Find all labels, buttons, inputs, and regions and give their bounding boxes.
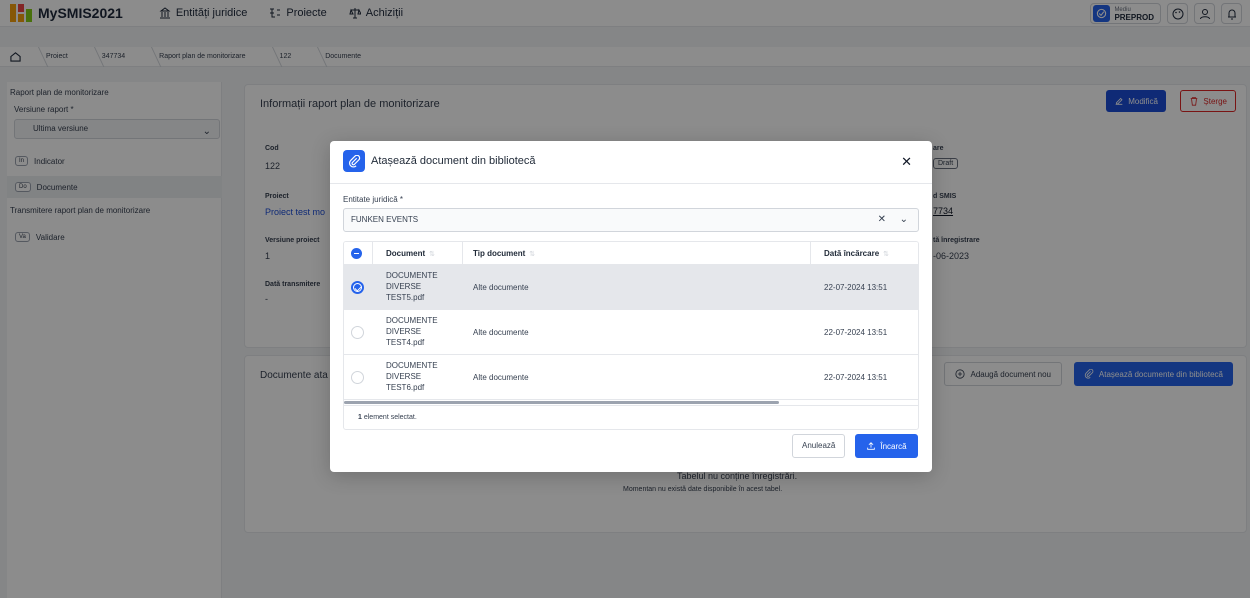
- column-header-type[interactable]: Tip document ⇅: [473, 242, 535, 265]
- selection-count: 1: [358, 414, 362, 421]
- document-name-line: DOCUMENTE: [386, 271, 438, 280]
- select-all-checkbox[interactable]: [351, 248, 362, 259]
- attach-document-modal: Atașează document din bibliotecă ✕ Entit…: [330, 141, 932, 472]
- document-type: Alte documente: [473, 283, 529, 292]
- entity-label: Entitate juridică *: [343, 195, 404, 204]
- clear-icon[interactable]: ✕: [878, 209, 886, 231]
- chevron-down-icon[interactable]: ⌄: [900, 209, 908, 231]
- column-header-date[interactable]: Dată încărcare ⇅: [824, 242, 889, 265]
- document-name: DOCUMENTE DIVERSE TEST4.pdf: [386, 315, 466, 348]
- entity-value: FUNKEN EVENTS: [351, 215, 419, 224]
- table-row[interactable]: DOCUMENTE DIVERSE TEST4.pdf Alte documen…: [344, 310, 918, 355]
- document-name-line: DIVERSE: [386, 372, 422, 381]
- table-row[interactable]: DOCUMENTE DIVERSE TEST6.pdf Alte documen…: [344, 355, 918, 400]
- document-name-line: DOCUMENTE: [386, 316, 438, 325]
- column-divider: [462, 242, 463, 265]
- selection-text: element selectat.: [363, 414, 417, 421]
- upload-date: 22-07-2024 13:51: [824, 328, 888, 337]
- document-name-line: DIVERSE: [386, 327, 422, 336]
- column-header-label: Dată încărcare: [824, 249, 880, 258]
- entity-select[interactable]: FUNKEN EVENTS ✕ ⌄: [343, 208, 919, 232]
- cancel-button[interactable]: Anulează: [792, 434, 846, 458]
- paperclip-icon: [343, 150, 365, 172]
- document-name: DOCUMENTE DIVERSE TEST6.pdf: [386, 360, 466, 393]
- horizontal-scrollbar[interactable]: [344, 401, 779, 404]
- row-checkbox[interactable]: [351, 371, 364, 384]
- column-header-label: Tip document: [473, 249, 526, 258]
- upload-button[interactable]: Încarcă: [855, 434, 918, 458]
- document-type: Alte documente: [473, 373, 529, 382]
- column-divider: [810, 242, 811, 265]
- modal-header: Atașează document din bibliotecă ✕: [330, 141, 932, 184]
- sort-icon: ⇅: [883, 251, 890, 258]
- row-checkbox[interactable]: [351, 281, 364, 294]
- sort-icon: ⇅: [429, 251, 435, 258]
- documents-table: Document ⇅ Tip document ⇅ Dată încărcare ⇅ …: [343, 241, 919, 430]
- document-name-line: TEST6.pdf: [386, 383, 425, 392]
- column-header-document[interactable]: Document ⇅: [386, 242, 435, 265]
- column-divider: [372, 242, 373, 265]
- table-row[interactable]: DOCUMENTE DIVERSE TEST5.pdf Alte documen…: [344, 265, 918, 310]
- upload-label: Încarcă: [880, 441, 907, 451]
- document-name: DOCUMENTE DIVERSE TEST5.pdf: [386, 270, 466, 303]
- document-name-line: DIVERSE: [386, 282, 422, 291]
- close-icon[interactable]: ✕: [901, 154, 912, 170]
- column-header-label: Document: [386, 249, 426, 258]
- upload-date: 22-07-2024 13:51: [824, 283, 888, 292]
- modal-title: Atașează document din bibliotecă: [371, 155, 536, 167]
- sort-icon: ⇅: [529, 251, 536, 258]
- document-type: Alte documente: [473, 328, 529, 337]
- selection-summary: 1 element selectat.: [344, 405, 918, 429]
- row-checkbox[interactable]: [351, 326, 364, 339]
- table-header: Document ⇅ Tip document ⇅ Dată încărcare ⇅: [344, 242, 918, 265]
- upload-date: 22-07-2024 13:51: [824, 373, 888, 382]
- document-name-line: TEST5.pdf: [386, 293, 425, 302]
- document-name-line: DOCUMENTE: [386, 361, 438, 370]
- upload-icon: [867, 442, 876, 450]
- document-name-line: TEST4.pdf: [386, 338, 425, 347]
